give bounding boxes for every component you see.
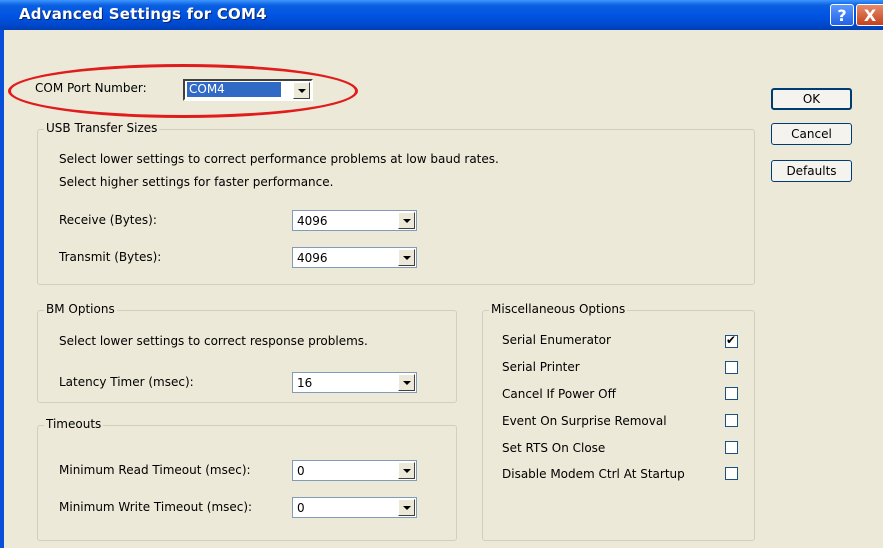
window-title: Advanced Settings for COM4 — [19, 5, 267, 23]
help-button[interactable]: ? — [830, 4, 854, 26]
cancel-if-power-off-checkbox[interactable] — [725, 387, 738, 400]
write-timeout-select[interactable]: 0 — [292, 497, 417, 518]
misc-option-label: Serial Enumerator — [502, 333, 611, 347]
chevron-down-icon[interactable] — [398, 374, 415, 391]
write-timeout-label: Minimum Write Timeout (msec): — [59, 500, 253, 514]
latency-label: Latency Timer (msec): — [59, 375, 194, 389]
misc-option-label: Disable Modem Ctrl At Startup — [502, 467, 685, 481]
checkmark-icon: ✔ — [726, 333, 737, 347]
receive-value: 4096 — [297, 214, 328, 228]
misc-option-label: Event On Surprise Removal — [502, 414, 667, 428]
read-timeout-value: 0 — [297, 464, 305, 478]
bm-options-legend: BM Options — [44, 302, 117, 316]
chevron-down-icon[interactable] — [398, 499, 415, 516]
transmit-value: 4096 — [297, 251, 328, 265]
chevron-down-icon[interactable] — [398, 462, 415, 479]
misc-option-label: Cancel If Power Off — [502, 387, 616, 401]
dialog-window: Advanced Settings for COM4 ? X COM Port … — [0, 0, 883, 548]
serial-printer-checkbox[interactable] — [725, 361, 738, 374]
ok-button[interactable]: OK — [771, 88, 852, 110]
cancel-button[interactable]: Cancel — [771, 123, 852, 145]
latency-value: 16 — [297, 376, 313, 390]
transmit-label: Transmit (Bytes): — [59, 250, 162, 264]
serial-enumerator-checkbox[interactable]: ✔ — [725, 333, 738, 348]
misc-options-legend: Miscellaneous Options — [489, 302, 628, 316]
latency-select[interactable]: 16 — [292, 372, 417, 393]
usb-transfer-legend: USB Transfer Sizes — [44, 121, 160, 135]
write-timeout-value: 0 — [297, 501, 305, 515]
title-bar[interactable]: Advanced Settings for COM4 ? X — [0, 0, 883, 30]
transmit-select[interactable]: 4096 — [292, 247, 417, 268]
highlight-oval — [8, 64, 358, 118]
timeouts-group: Timeouts — [37, 417, 457, 541]
bm-desc: Select lower settings to correct respons… — [59, 334, 368, 348]
read-timeout-select[interactable]: 0 — [292, 460, 417, 481]
usb-desc-2: Select higher settings for faster perfor… — [59, 175, 334, 189]
misc-option-label: Serial Printer — [502, 360, 580, 374]
usb-desc-1: Select lower settings to correct perform… — [59, 152, 499, 166]
set-rts-on-close-checkbox[interactable] — [725, 441, 738, 454]
misc-option-label: Set RTS On Close — [502, 441, 606, 455]
window-frame — [0, 30, 4, 548]
close-icon: X — [863, 6, 877, 25]
defaults-button[interactable]: Defaults — [771, 160, 852, 182]
receive-label: Receive (Bytes): — [59, 213, 157, 227]
close-button[interactable]: X — [856, 4, 883, 26]
chevron-down-icon[interactable] — [398, 249, 415, 266]
timeouts-legend: Timeouts — [44, 417, 104, 431]
help-icon: ? — [837, 6, 847, 25]
read-timeout-label: Minimum Read Timeout (msec): — [59, 463, 251, 477]
receive-select[interactable]: 4096 — [292, 210, 417, 231]
chevron-down-icon[interactable] — [398, 212, 415, 229]
disable-modem-ctrl-checkbox[interactable] — [725, 467, 738, 480]
event-on-surprise-removal-checkbox[interactable] — [725, 414, 738, 427]
